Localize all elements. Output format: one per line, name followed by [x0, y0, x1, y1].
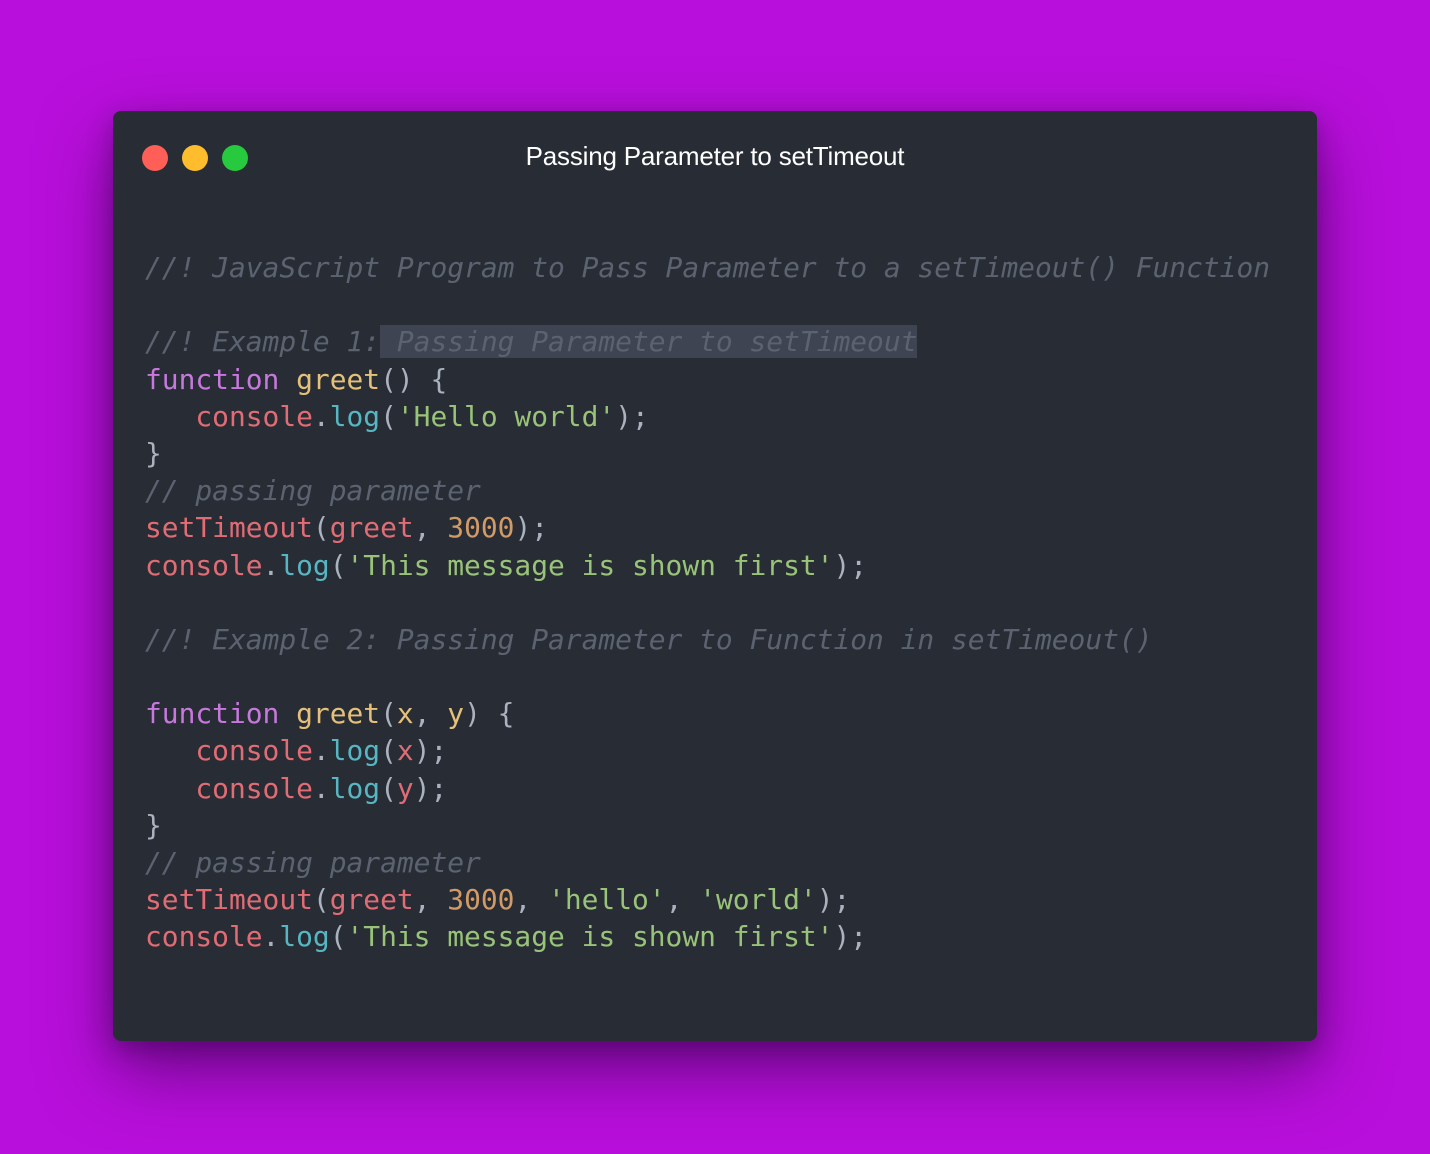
code-block: //! JavaScript Program to Pass Parameter… [145, 249, 1270, 956]
window-title: Passing Parameter to setTimeout [525, 141, 905, 171]
string-literal: 'This message is shown first' [346, 548, 834, 582]
delay-number: 3000 [447, 883, 515, 917]
function-signature-rest: () { [380, 362, 448, 396]
code-line-example2-comment: //! Example 2: Passing Parameter to Func… [145, 621, 1270, 658]
console-object: console [145, 920, 263, 954]
code-line-console-y: console.log(y); [195, 771, 448, 805]
close-brace: } [145, 436, 162, 470]
page-background: { "window": { "title": "Passing Paramete… [0, 0, 1430, 1154]
console-object: console [145, 548, 263, 582]
param-y: y [447, 697, 465, 731]
code-line-function-decl-2: function greet(x, y) { [145, 697, 515, 731]
code-line-pass-comment-1: // passing parameter [145, 472, 1270, 509]
delay-number: 3000 [447, 511, 515, 545]
function-name: greet [296, 697, 381, 731]
code-line-function-decl-1: function greet() { [145, 361, 1270, 398]
keyword-function: function [145, 697, 280, 731]
example1-comment-selection: Passing Parameter to setTimeout [380, 325, 918, 359]
log-method: log [329, 771, 381, 805]
code-line-settimeout-2: setTimeout(greet, 3000, 'hello', 'world'… [145, 883, 851, 917]
console-object: console [195, 399, 313, 433]
string-literal: 'This message is shown first' [346, 920, 834, 954]
code-line-console-msg-1: console.log('This message is shown first… [145, 548, 868, 582]
code-line-pass-comment-2: // passing parameter [145, 844, 1270, 881]
arg-x: x [396, 734, 414, 768]
example2-comment: //! Example 2: Passing Parameter to Func… [145, 622, 1153, 656]
string-literal: 'Hello world' [396, 399, 616, 433]
code-line-example1-comment: //! Example 1: Passing Parameter to setT… [145, 323, 1270, 360]
code-line-console-x: console.log(x); [195, 734, 448, 768]
example1-comment-prefix: //! Example 1: [145, 325, 381, 359]
code-line-settimeout-1: setTimeout(greet, 3000); [145, 511, 549, 545]
code-line-header-comment: //! JavaScript Program to Pass Parameter… [145, 249, 1270, 286]
greet-argument: greet [329, 883, 414, 917]
log-method: log [279, 920, 330, 954]
string-world: 'world' [699, 883, 817, 917]
code-window: Passing Parameter to setTimeout //! Java… [113, 111, 1317, 1041]
settimeout-call: setTimeout [145, 511, 313, 545]
code-line-close-brace-2: } [145, 807, 1270, 844]
code-line-console-hello: console.log('Hello world'); [195, 399, 649, 433]
console-object: console [195, 771, 313, 805]
greet-argument: greet [329, 511, 414, 545]
passing-comment: // passing parameter [145, 474, 481, 508]
log-method: log [279, 548, 330, 582]
passing-comment: // passing parameter [145, 846, 481, 879]
window-titlebar: Passing Parameter to setTimeout [113, 111, 1317, 203]
param-x: x [396, 697, 414, 731]
log-method: log [329, 734, 381, 768]
function-name: greet [296, 362, 381, 396]
close-brace: } [145, 808, 162, 842]
code-line-close-brace-1: } [145, 435, 1270, 472]
string-hello: 'hello' [548, 883, 666, 917]
arg-y: y [396, 771, 414, 805]
log-method: log [329, 399, 381, 433]
settimeout-call: setTimeout [145, 883, 313, 917]
code-line-console-msg-2: console.log('This message is shown first… [145, 920, 868, 954]
header-comment: //! JavaScript Program to Pass Parameter… [145, 251, 1271, 284]
console-object: console [195, 734, 313, 768]
keyword-function: function [145, 362, 280, 396]
